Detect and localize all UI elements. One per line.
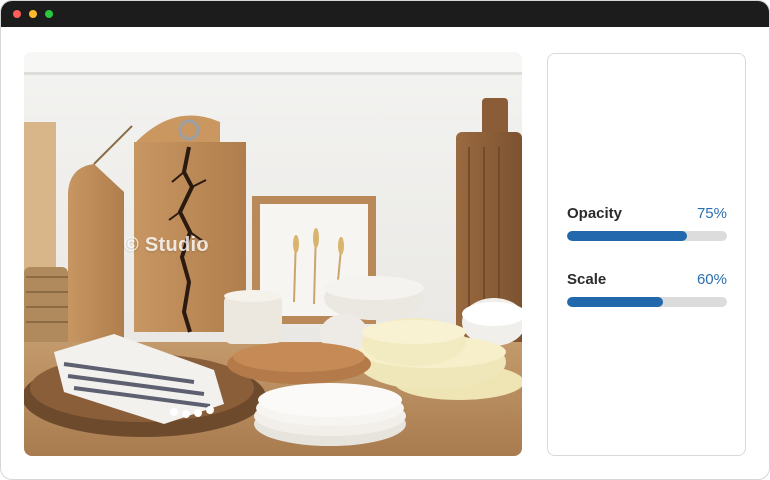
minimize-button[interactable]: [29, 10, 37, 18]
opacity-value: 75%: [696, 205, 727, 222]
adjustments-panel: Opacity 75% Scale 60%: [547, 53, 746, 456]
scale-label: Scale: [567, 271, 607, 288]
scale-value: 60%: [696, 271, 727, 288]
title-bar: [1, 1, 769, 27]
close-button[interactable]: [13, 10, 21, 18]
scale-slider[interactable]: [567, 297, 727, 307]
maximize-button[interactable]: [45, 10, 53, 18]
scale-slider-fill: [567, 297, 663, 307]
opacity-slider-fill: [567, 231, 687, 241]
opacity-control: Opacity 75%: [567, 205, 727, 241]
app-window: © Studio Opacity 75% Scale 60%: [0, 0, 770, 480]
preview-image: © Studio: [24, 52, 522, 456]
watermark-text: © Studio: [124, 234, 209, 256]
opacity-label: Opacity: [567, 205, 623, 222]
kitchenware-photo: [24, 52, 522, 456]
scale-control: Scale 60%: [567, 271, 727, 307]
opacity-slider[interactable]: [567, 231, 727, 241]
